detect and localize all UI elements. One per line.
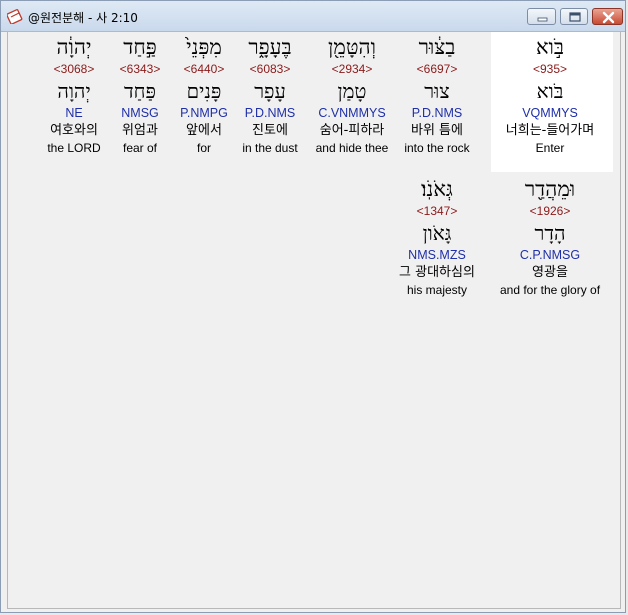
title-bar[interactable]: @원전분해 - 사 2:10 [1,1,625,32]
parsing-code: VQMMYS [522,106,578,120]
english-gloss: Enter [535,141,565,155]
korean-gloss: 영광을 [532,265,568,280]
parsing-code: NE [65,106,83,120]
close-button[interactable] [592,8,623,25]
lexical-form: צוּר [424,79,450,103]
korean-gloss: 너희는-들어가며 [505,123,595,138]
word-column[interactable]: יְהוָ֔ה <3068> יְהוָה NE 여호와의 the LORD [24,37,124,158]
lexical-form: גָּאֹון [422,221,452,245]
hebrew-word: יְהוָ֔ה [56,35,92,59]
hebrew-word: וּמֵהֲדַ֖ר [524,177,576,201]
verse-analysis-panel: בֹּ֣וא <935> בֹּוא VQMMYS 너희는-들어가며 Enter בַצּ֔… [7,31,621,609]
word-column[interactable]: בֹּ֣וא <935> בֹּוא VQMMYS 너희는-들어가며 Enter [500,37,600,158]
english-gloss: his majesty [406,283,468,297]
hebrew-word: בֹּ֣וא [535,35,565,59]
strong-number: <1347> [416,204,458,218]
minimize-button[interactable] [527,8,556,25]
bible-app-icon [7,9,23,24]
strong-number: <1926> [529,204,571,218]
window-title: @원전분해 - 사 2:10 [28,11,138,25]
korean-gloss: 그 광대하심의 [399,265,475,280]
parsing-code: NMS.MZS [408,248,466,262]
english-gloss: into the rock [404,141,470,155]
english-gloss: the LORD [47,141,101,155]
strong-number: <935> [532,62,568,76]
lexical-form: יְהוָה [57,79,91,103]
english-gloss: and for the glory of [499,283,601,297]
strong-number: <6697> [416,62,458,76]
word-column[interactable]: גְּאֹנֹֽו׃ <1347> גָּאֹון NMS.MZS 그 광대하심의 his… [387,179,487,300]
maximize-icon [569,12,581,22]
lexical-form: הָדָר [534,221,566,245]
minimize-icon [537,17,548,22]
word-column[interactable]: בַצּ֔וּר <6697> צוּר P.D.NMS 바위 틈에 into the r… [387,37,487,158]
word-column[interactable]: וּמֵהֲדַ֖ר <1926> הָדָר C.P.NMSG 영광을 and for … [485,179,615,300]
app-window: @원전분해 - 사 2:10 בֹּ֣וא <935> בֹּוא VQMMYS 너희는… [0,0,626,613]
korean-gloss: 바위 틈에 [411,123,463,138]
maximize-button[interactable] [560,8,588,25]
strong-number: <3068> [53,62,95,76]
parsing-code: C.P.NMSG [519,248,581,262]
close-icon [602,11,615,24]
hebrew-word: בַצּ֔וּר [418,35,456,59]
hebrew-word: גְּאֹנֹֽו׃ [421,177,453,201]
korean-gloss: 여호와의 [50,123,98,138]
parsing-code: P.D.NMS [411,106,463,120]
lexical-form: בֹּוא [536,79,564,103]
